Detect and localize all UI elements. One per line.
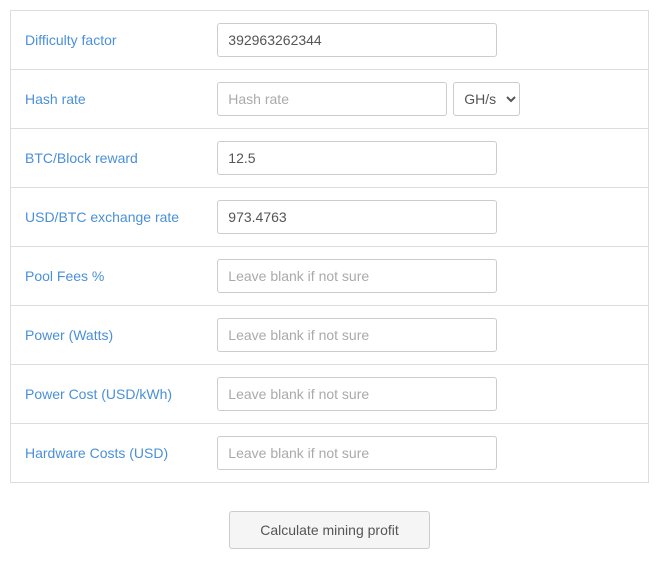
label-hash-rate: Hash rate (11, 70, 204, 129)
input-hardware-costs[interactable] (217, 436, 497, 470)
empty-cell-difficulty-factor (534, 11, 648, 70)
hash-rate-unit-select[interactable]: GH/sTH/sMH/sKH/sH/s (453, 82, 520, 116)
row-hardware-costs: Hardware Costs (USD) (11, 424, 649, 483)
calculate-button[interactable]: Calculate mining profit (229, 511, 430, 549)
row-power-cost: Power Cost (USD/kWh) (11, 365, 649, 424)
row-power-watts: Power (Watts) (11, 306, 649, 365)
empty-cell-btc-block-reward (534, 129, 648, 188)
label-pool-fees: Pool Fees % (11, 247, 204, 306)
input-cell-hash-rate: GH/sTH/sMH/sKH/sH/s (203, 70, 534, 129)
empty-cell-pool-fees (534, 247, 648, 306)
input-cell-pool-fees (203, 247, 534, 306)
input-hash-rate[interactable] (217, 82, 447, 116)
input-power-cost[interactable] (217, 377, 497, 411)
label-power-watts: Power (Watts) (11, 306, 204, 365)
input-cell-hardware-costs (203, 424, 534, 483)
input-difficulty-factor[interactable] (217, 23, 497, 57)
hash-rate-wrapper: GH/sTH/sMH/sKH/sH/s (217, 82, 520, 116)
input-cell-difficulty-factor (203, 11, 534, 70)
input-power-watts[interactable] (217, 318, 497, 352)
empty-cell-power-watts (534, 306, 648, 365)
input-usd-btc-exchange-rate[interactable] (217, 200, 497, 234)
button-row: Calculate mining profit (10, 483, 649, 559)
label-difficulty-factor: Difficulty factor (11, 11, 204, 70)
label-btc-block-reward: BTC/Block reward (11, 129, 204, 188)
empty-cell-power-cost (534, 365, 648, 424)
row-usd-btc-exchange-rate: USD/BTC exchange rate (11, 188, 649, 247)
label-hardware-costs: Hardware Costs (USD) (11, 424, 204, 483)
input-cell-power-cost (203, 365, 534, 424)
input-cell-btc-block-reward (203, 129, 534, 188)
label-usd-btc-exchange-rate: USD/BTC exchange rate (11, 188, 204, 247)
row-btc-block-reward: BTC/Block reward (11, 129, 649, 188)
input-btc-block-reward[interactable] (217, 141, 497, 175)
empty-cell-hardware-costs (534, 424, 648, 483)
input-pool-fees[interactable] (217, 259, 497, 293)
row-pool-fees: Pool Fees % (11, 247, 649, 306)
input-cell-usd-btc-exchange-rate (203, 188, 534, 247)
input-cell-power-watts (203, 306, 534, 365)
label-power-cost: Power Cost (USD/kWh) (11, 365, 204, 424)
row-difficulty-factor: Difficulty factor (11, 11, 649, 70)
row-hash-rate: Hash rate GH/sTH/sMH/sKH/sH/s (11, 70, 649, 129)
calculator-table: Difficulty factorHash rate GH/sTH/sMH/sKH… (10, 10, 649, 483)
empty-cell-hash-rate (534, 70, 648, 129)
empty-cell-usd-btc-exchange-rate (534, 188, 648, 247)
